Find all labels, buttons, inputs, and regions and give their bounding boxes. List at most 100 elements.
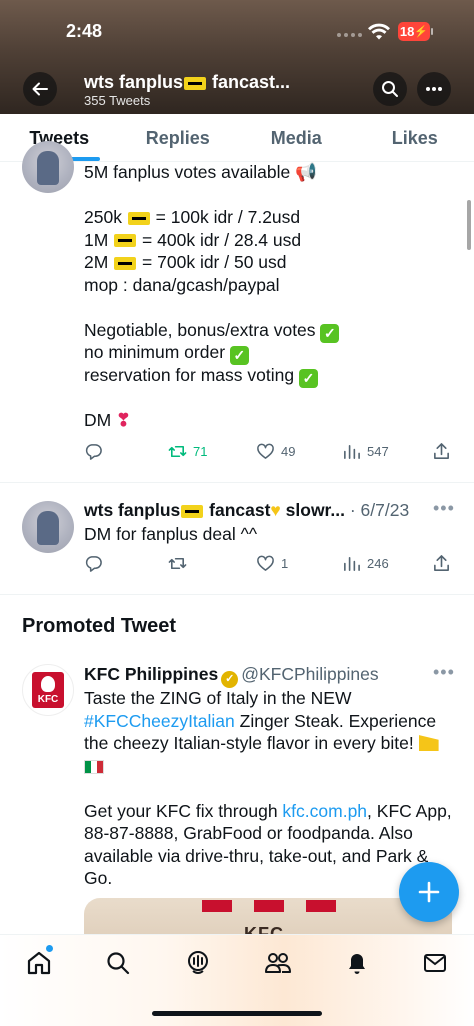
- avatar[interactable]: [22, 501, 74, 553]
- heart-icon: [257, 443, 274, 459]
- nav-notifications[interactable]: [343, 949, 371, 977]
- promoted-section-title: Promoted Tweet: [22, 615, 177, 637]
- tab-media[interactable]: Media: [237, 114, 356, 161]
- tweet-header: wts fanplus fancast♥ slowr... · 6/7/23: [84, 500, 409, 521]
- tweet-line: 1M = 400k idr / 28.4 usd: [84, 229, 302, 250]
- tweet-line: Get your KFC fix through kfc.com.ph, KFC…: [84, 800, 452, 821]
- ticket-icon: [127, 211, 150, 225]
- home-indicator: [152, 1011, 322, 1016]
- views-button[interactable]: 547: [342, 442, 389, 461]
- profile-header: 2:48 18 ⚡ wts fanplus fancast... 355 Twee…: [0, 0, 474, 114]
- arrow-left-icon: [32, 82, 48, 96]
- retweet-button[interactable]: [168, 554, 187, 573]
- retweet-icon: [168, 557, 187, 569]
- reply-icon: [85, 555, 102, 572]
- profile-name: wts fanplus fancast...: [84, 72, 291, 92]
- tweet-line: DM ❣: [84, 409, 131, 430]
- check-icon: ✓: [229, 346, 249, 365]
- tweet-line: mop : dana/gcash/paypal: [84, 274, 280, 295]
- avatar[interactable]: [22, 141, 74, 193]
- like-button[interactable]: 1: [256, 554, 288, 573]
- tweet-line: no minimum order ✓: [84, 341, 339, 365]
- spaces-icon: [188, 951, 208, 974]
- kfc-stripe: [202, 900, 232, 912]
- views-count: 246: [367, 555, 389, 571]
- tweet-line: 250k = 100k idr / 7.2usd: [84, 207, 301, 227]
- italy-flag-icon: [84, 759, 104, 774]
- heart-icon: [257, 555, 274, 571]
- nav-home[interactable]: [25, 949, 53, 977]
- tweet-count: 355 Tweets: [84, 93, 151, 108]
- author-name[interactable]: wts fanplus fancast♥ slowr...: [84, 500, 345, 520]
- analytics-icon: [344, 444, 360, 459]
- divider: [0, 594, 474, 595]
- views-button[interactable]: 246: [342, 554, 389, 573]
- retweet-button[interactable]: 71: [168, 442, 207, 461]
- battery-cap: [431, 28, 433, 35]
- promoted-more-button[interactable]: •••: [433, 662, 455, 683]
- share-icon: [434, 554, 449, 571]
- advertiser-name[interactable]: KFC Philippines: [84, 664, 218, 684]
- nav-explore[interactable]: [104, 949, 132, 977]
- divider: [0, 482, 474, 483]
- communities-icon: [265, 953, 291, 973]
- status-dots: [337, 33, 362, 37]
- views-count: 547: [367, 443, 389, 459]
- like-count: 49: [281, 443, 296, 459]
- promoted-tweet-header: KFC Philippines ✓ @KFCPhilippines: [84, 664, 379, 688]
- search-icon: [107, 952, 130, 975]
- tweet-line: Negotiable, bonus/extra votes ✓: [84, 319, 340, 343]
- ticket-icon: [114, 256, 137, 270]
- like-button[interactable]: 49: [256, 442, 295, 461]
- tweet-line: Go.: [84, 868, 113, 888]
- nav-messages[interactable]: [421, 949, 449, 977]
- tweet-line: 88-87-8888, GrabFood or foodpanda. Also: [84, 823, 413, 843]
- yellow-heart-icon: ♥: [270, 500, 281, 520]
- retweet-icon: [168, 445, 187, 457]
- reply-button[interactable]: [84, 442, 103, 461]
- share-button[interactable]: [432, 442, 451, 461]
- tweet-line: [84, 755, 452, 778]
- check-icon: ✓: [320, 323, 340, 343]
- tweet-line: 5M fanplus votes available 📢: [84, 162, 317, 182]
- home-icon: [27, 951, 51, 975]
- kfc-stripe: [306, 900, 336, 912]
- share-button[interactable]: [432, 554, 451, 573]
- search-icon: [382, 81, 398, 97]
- nav-communities[interactable]: [264, 949, 292, 977]
- tweet-actions: 71 49 547: [84, 440, 452, 462]
- tweet-line: reservation for mass voting ✓: [84, 364, 339, 388]
- search-button[interactable]: [373, 72, 407, 106]
- kfc-stripe: [254, 900, 284, 912]
- tab-replies[interactable]: Replies: [119, 114, 238, 161]
- ticket-icon: [114, 234, 137, 248]
- website-link[interactable]: kfc.com.ph: [282, 801, 367, 821]
- tweet-line: 2M = 700k idr / 50 usd: [84, 252, 287, 272]
- kfc-avatar[interactable]: KFC: [22, 664, 74, 716]
- bell-icon: [349, 954, 365, 974]
- tweet-date: · 6/7/23: [345, 500, 410, 520]
- share-icon: [434, 442, 449, 459]
- tweet-line: the cheezy Italian-style flavor in every…: [84, 732, 452, 755]
- scrollbar[interactable]: [467, 200, 471, 250]
- promoted-tweet-text: Taste the ZING of Italy in the NEW #KFCC…: [84, 687, 452, 890]
- cheese-icon: [418, 735, 439, 751]
- tab-likes[interactable]: Likes: [356, 114, 474, 161]
- hashtag-link[interactable]: #KFCCheezyItalian: [84, 711, 235, 731]
- more-horizontal-icon: [426, 87, 442, 91]
- back-button[interactable]: [23, 72, 57, 106]
- like-count: 1: [281, 555, 289, 571]
- tweet-actions: 1 246: [84, 552, 452, 574]
- analytics-icon: [344, 556, 360, 571]
- exclamation-heart-icon: ❣: [116, 409, 131, 430]
- wifi-icon: [368, 23, 390, 40]
- tweet-text: DM for fanplus deal ^^: [84, 524, 258, 544]
- reply-button[interactable]: [84, 554, 103, 573]
- tweet-line: Taste the ZING of Italy in the NEW: [84, 688, 352, 708]
- tweet-more-button[interactable]: •••: [433, 498, 455, 519]
- tweet-line: #KFCCheezyItalian Zinger Steak. Experien…: [84, 710, 437, 731]
- ticket-icon: [181, 504, 204, 518]
- compose-tweet-button[interactable]: [399, 862, 459, 922]
- more-button[interactable]: [417, 72, 451, 106]
- nav-spaces[interactable]: [184, 949, 212, 977]
